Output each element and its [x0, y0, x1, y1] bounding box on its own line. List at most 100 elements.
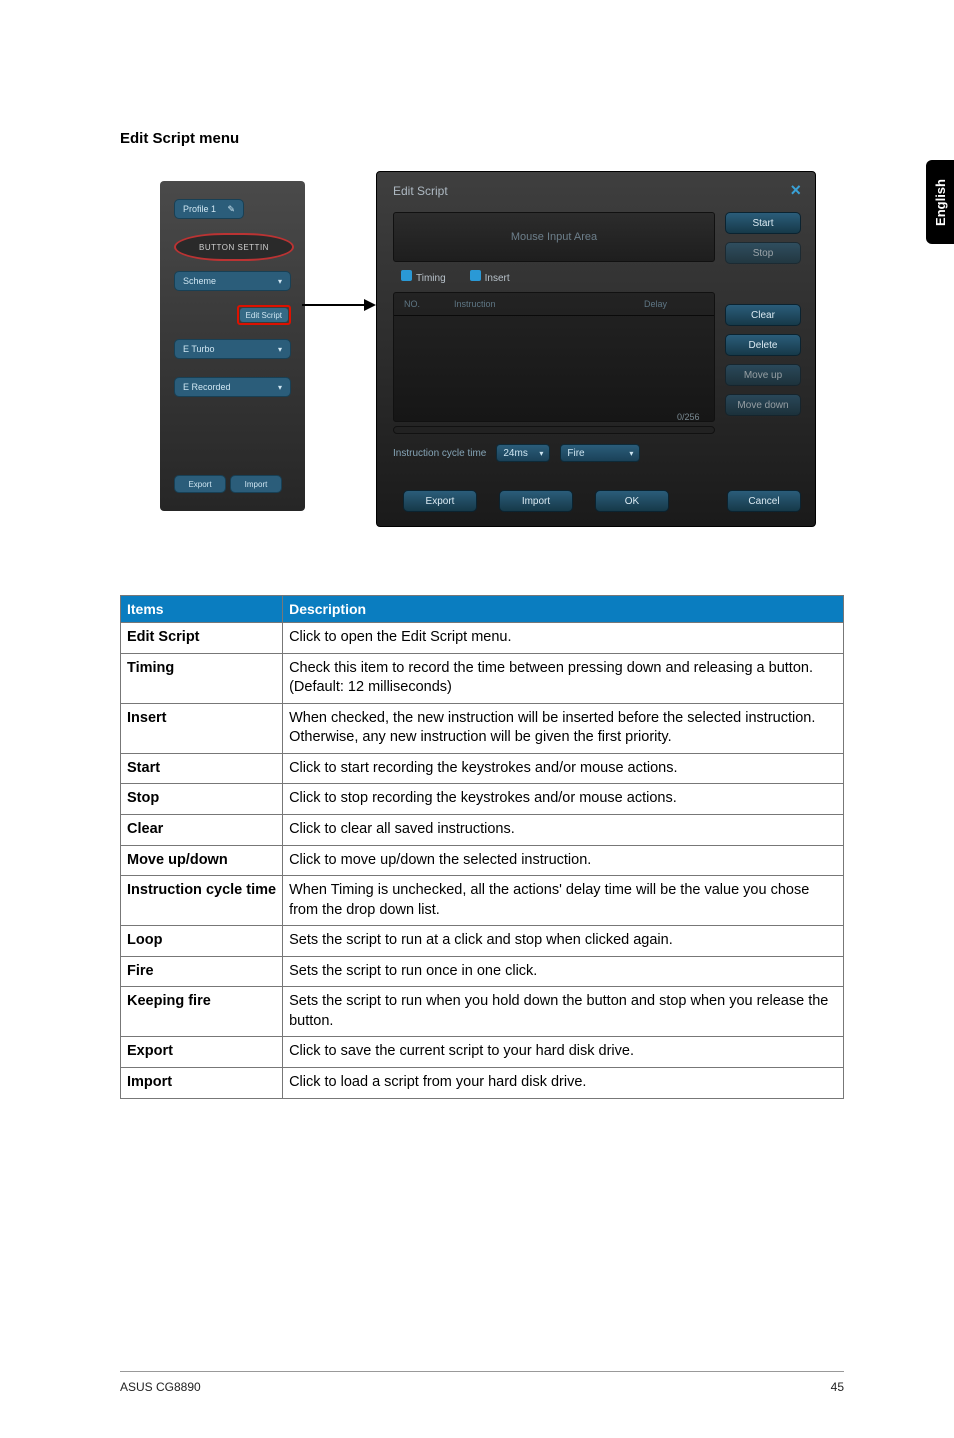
table-desc: When checked, the new instruction will b… [283, 703, 844, 753]
table-row: TimingCheck this item to record the time… [121, 653, 844, 703]
checkbox-icon [401, 270, 412, 281]
table-row: FireSets the script to run once in one c… [121, 956, 844, 987]
pencil-icon: ✎ [227, 204, 235, 215]
dialog-title: Edit Script [393, 184, 448, 198]
profile-label: Profile 1 [183, 204, 216, 214]
table-desc: Sets the script to run at a click and st… [283, 926, 844, 957]
turbo-label: E Turbo [183, 344, 215, 354]
table-desc: Click to clear all saved instructions. [283, 814, 844, 845]
language-label: English [933, 179, 948, 226]
table-desc: Click to stop recording the keystrokes a… [283, 784, 844, 815]
chevron-down-icon: ▾ [278, 383, 282, 392]
table-row: Move up/downClick to move up/down the se… [121, 845, 844, 876]
close-icon[interactable]: × [790, 180, 801, 201]
table-item: Stop [121, 784, 283, 815]
chevron-down-icon: ▾ [278, 277, 282, 286]
table-desc: Sets the script to run when you hold dow… [283, 987, 844, 1037]
scheme-label: Scheme [183, 276, 216, 286]
table-row: LoopSets the script to run at a click an… [121, 926, 844, 957]
screenshot-figure: Profile 1 ✎ BUTTON SETTIN Scheme ▾ Edit … [160, 171, 820, 531]
table-row: ImportClick to load a script from your h… [121, 1068, 844, 1099]
ok-button[interactable]: OK [595, 490, 669, 512]
edit-script-highlight: Edit Script [237, 305, 291, 325]
fire-mode-value: Fire [567, 448, 584, 459]
insert-check-label: Insert [485, 273, 510, 284]
table-item: Timing [121, 653, 283, 703]
description-table: Items Description Edit ScriptClick to op… [120, 595, 844, 1099]
table-row: ClearClick to clear all saved instructio… [121, 814, 844, 845]
edit-script-dialog: Edit Script × Mouse Input Area Timing In… [376, 171, 816, 527]
table-item: Start [121, 753, 283, 784]
fire-mode-dropdown[interactable]: Fire ▾ [560, 444, 640, 462]
panel-import-button[interactable]: Import [230, 475, 282, 493]
instruction-counter: 0/256 [677, 412, 700, 422]
cycle-time-value: 24ms [503, 448, 527, 459]
table-desc: Click to save the current script to your… [283, 1037, 844, 1068]
table-row: Instruction cycle timeWhen Timing is unc… [121, 876, 844, 926]
badge-text: BUTTON SETTIN [199, 243, 269, 252]
cycle-time-label: Instruction cycle time [393, 448, 486, 459]
start-button[interactable]: Start [725, 212, 801, 234]
cancel-button[interactable]: Cancel [727, 490, 801, 512]
table-item: Instruction cycle time [121, 876, 283, 926]
table-desc: Sets the script to run once in one click… [283, 956, 844, 987]
table-desc: Click to open the Edit Script menu. [283, 623, 844, 654]
move-down-button[interactable]: Move down [725, 394, 801, 416]
arrow-head-icon [364, 299, 376, 311]
checkbox-row: Timing Insert [401, 270, 510, 284]
table-desc: Click to load a script from your hard di… [283, 1068, 844, 1099]
table-desc: Check this item to record the time betwe… [283, 653, 844, 703]
table-row: Edit ScriptClick to open the Edit Script… [121, 623, 844, 654]
table-desc: Click to start recording the keystrokes … [283, 753, 844, 784]
table-row: StopClick to stop recording the keystrok… [121, 784, 844, 815]
table-item: Clear [121, 814, 283, 845]
table-row: StartClick to start recording the keystr… [121, 753, 844, 784]
chevron-down-icon: ▾ [539, 449, 543, 458]
dialog-bottom-buttons: Export Import OK [403, 490, 669, 512]
settings-panel: Profile 1 ✎ BUTTON SETTIN Scheme ▾ Edit … [160, 181, 305, 511]
button-settings-badge: BUTTON SETTIN [174, 233, 294, 261]
dialog-right-buttons: Start Stop Clear Delete Move up Move dow… [725, 212, 801, 416]
export-button[interactable]: Export [403, 490, 477, 512]
table-item: Edit Script [121, 623, 283, 654]
checkbox-icon [470, 270, 481, 281]
table-row: InsertWhen checked, the new instruction … [121, 703, 844, 753]
insert-checkbox[interactable]: Insert [470, 270, 510, 284]
col-delay: Delay [644, 299, 704, 309]
arrow-line [302, 304, 367, 306]
chevron-down-icon: ▾ [278, 345, 282, 354]
cycle-time-dropdown[interactable]: 24ms ▾ [496, 444, 550, 462]
page-footer: ASUS CG8890 45 [120, 1371, 844, 1394]
footer-model: ASUS CG8890 [120, 1380, 201, 1394]
profile-selector[interactable]: Profile 1 ✎ [174, 199, 244, 219]
footer-page-number: 45 [831, 1380, 844, 1394]
mouse-input-area[interactable]: Mouse Input Area [393, 212, 715, 262]
table-desc: When Timing is unchecked, all the action… [283, 876, 844, 926]
table-head-description: Description [283, 596, 844, 623]
recorded-label: E Recorded [183, 382, 231, 392]
scheme-selector[interactable]: Scheme ▾ [174, 271, 291, 291]
cycle-time-row: Instruction cycle time 24ms ▾ Fire ▾ [393, 444, 640, 462]
table-row: ExportClick to save the current script t… [121, 1037, 844, 1068]
edit-script-option[interactable]: Edit Script [240, 308, 288, 322]
col-instruction: Instruction [454, 299, 644, 309]
panel-export-button[interactable]: Export [174, 475, 226, 493]
delete-button[interactable]: Delete [725, 334, 801, 356]
chevron-down-icon: ▾ [629, 449, 633, 458]
language-tab: English [926, 160, 954, 244]
list-header: NO. Instruction Delay [394, 293, 714, 316]
table-desc: Click to move up/down the selected instr… [283, 845, 844, 876]
clear-button[interactable]: Clear [725, 304, 801, 326]
turbo-selector[interactable]: E Turbo ▾ [174, 339, 291, 359]
timing-check-label: Timing [416, 273, 446, 284]
table-item: Keeping fire [121, 987, 283, 1037]
table-row: Keeping fireSets the script to run when … [121, 987, 844, 1037]
scrollbar[interactable] [393, 426, 715, 434]
move-up-button[interactable]: Move up [725, 364, 801, 386]
stop-button[interactable]: Stop [725, 242, 801, 264]
import-button[interactable]: Import [499, 490, 573, 512]
recorded-selector[interactable]: E Recorded ▾ [174, 377, 291, 397]
table-item: Insert [121, 703, 283, 753]
table-item: Import [121, 1068, 283, 1099]
timing-checkbox[interactable]: Timing [401, 270, 446, 284]
